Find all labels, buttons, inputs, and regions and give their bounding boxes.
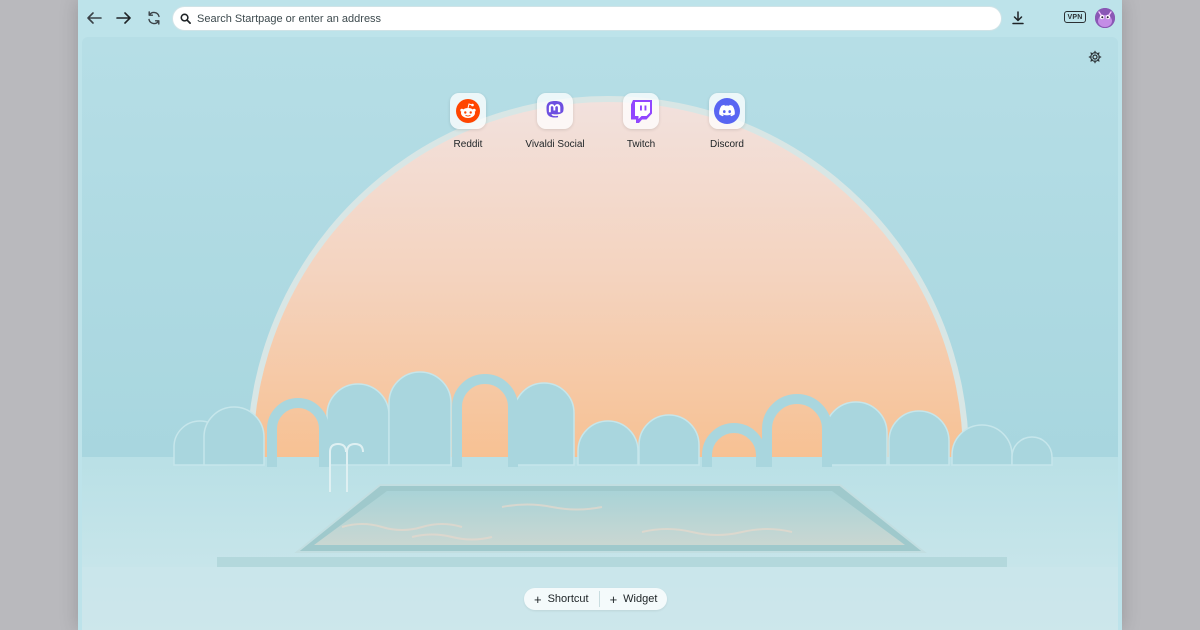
toolbar: VPN [78,0,1122,36]
start-page: Reddit Vivaldi Social Twitch Discord + S… [82,37,1118,630]
profile-avatar[interactable] [1095,8,1115,28]
speed-dial-label: Vivaldi Social [525,139,585,150]
reload-button[interactable] [142,6,166,30]
address-bar[interactable] [172,6,1002,31]
speed-dial-discord[interactable]: Discord [682,93,772,150]
twitch-icon [623,93,659,129]
speed-dial-twitch[interactable]: Twitch [596,93,686,150]
add-toolbar: + Shortcut + Widget [524,588,668,610]
browser-window: VPN [78,0,1122,630]
add-shortcut-label: Shortcut [547,593,589,605]
avatar-monster-icon [1095,8,1115,28]
forward-button[interactable] [112,6,136,30]
add-shortcut-button[interactable]: + Shortcut [524,588,599,610]
downloads-button[interactable] [1006,6,1030,30]
speed-dial-reddit[interactable]: Reddit [423,93,513,150]
arrow-left-icon [87,12,102,24]
plus-icon: + [534,591,542,607]
plus-icon: + [609,591,618,607]
address-input[interactable] [191,8,1001,29]
download-icon [1012,11,1024,25]
search-icon [180,13,191,24]
speed-dial-label: Reddit [453,139,483,150]
gear-icon [1088,50,1102,64]
vpn-button[interactable]: VPN [1064,11,1086,23]
speed-dial-vivaldi-social[interactable]: Vivaldi Social [510,93,600,150]
speed-dial-label: Discord [710,139,744,150]
arrow-right-icon [116,12,131,24]
mastodon-icon [537,93,573,129]
add-widget-label: Widget [623,593,658,605]
add-widget-button[interactable]: + Widget [600,588,668,610]
reload-icon [148,11,160,25]
discord-icon [709,93,745,129]
back-button[interactable] [82,6,106,30]
speed-dial-label: Twitch [626,139,656,150]
reddit-icon [450,93,486,129]
settings-button[interactable] [1086,48,1104,66]
